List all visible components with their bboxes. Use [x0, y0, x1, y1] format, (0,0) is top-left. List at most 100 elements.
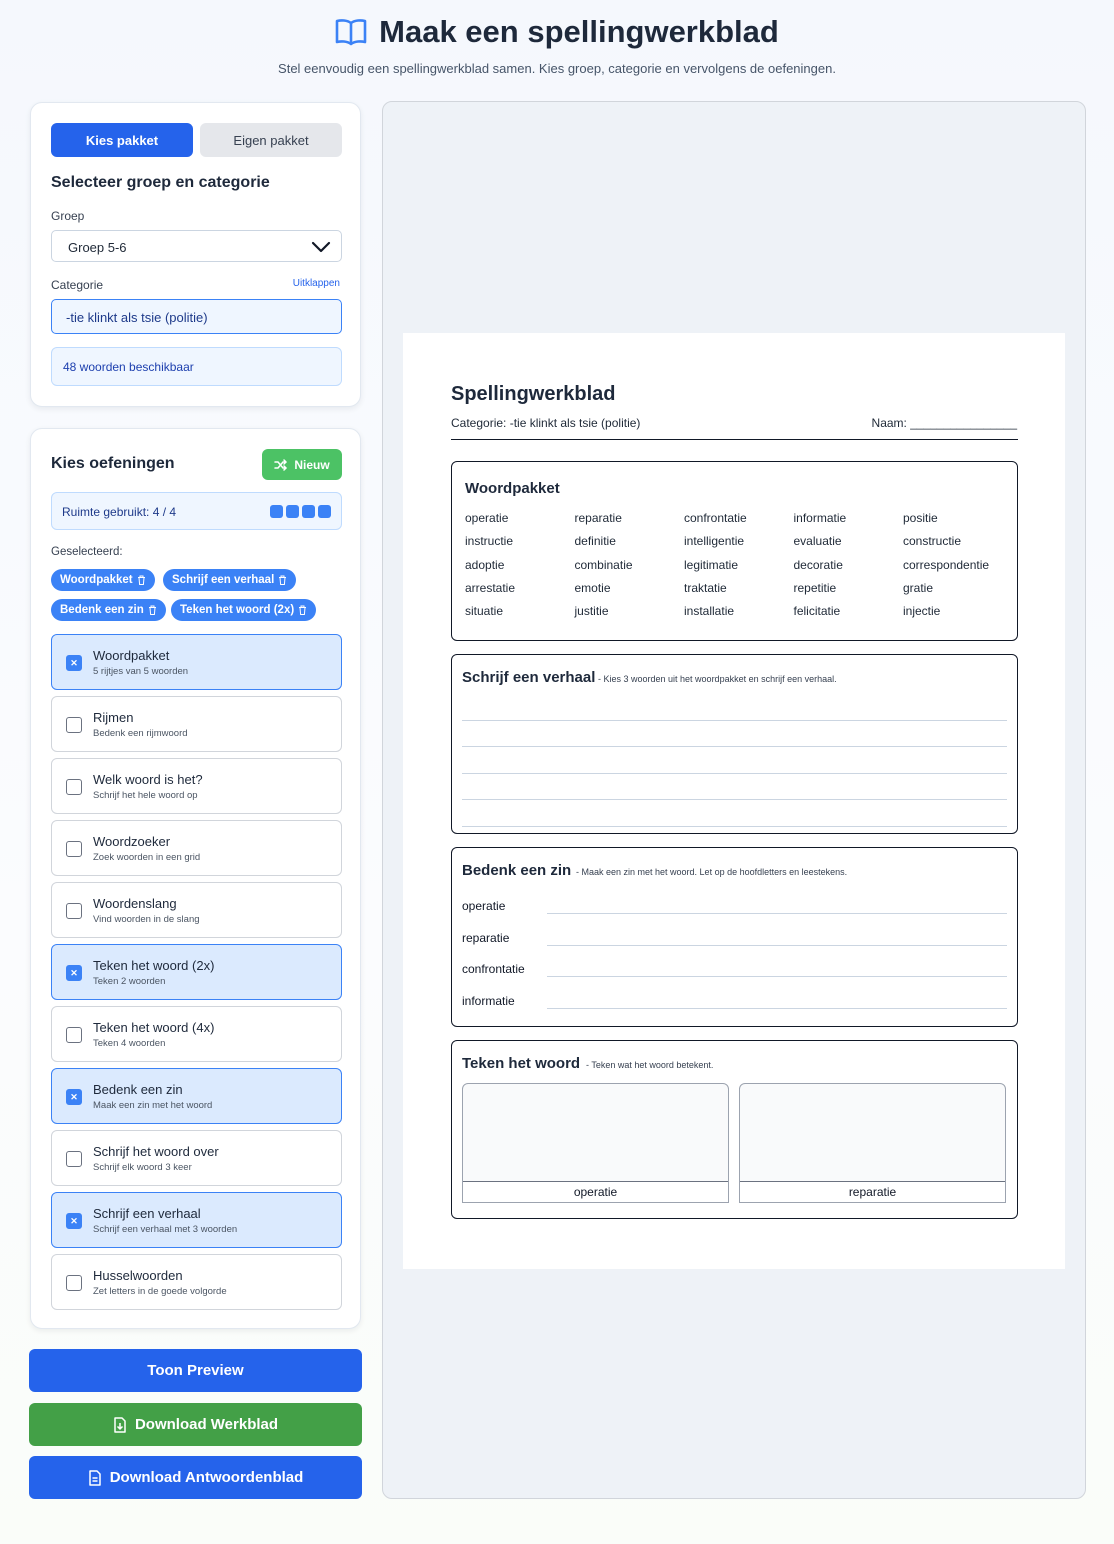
writing-line [462, 826, 1007, 827]
exercise-option[interactable]: Husselwoorden Zet letters in de goede vol… [51, 1254, 342, 1310]
wordpack-word: repetitie [793, 580, 837, 595]
category-field[interactable]: -tie klinkt als tsie (politie) [51, 299, 342, 334]
trash-icon[interactable] [298, 605, 307, 615]
wordpack-word: confrontatie [684, 511, 747, 525]
exercise-option[interactable]: ✕ Woordpakket 5 rijtjes van 5 woorden [51, 634, 342, 690]
page-subtitle: Stel eenvoudig een spellingwerkblad same… [278, 61, 836, 76]
download-worksheet-label: Download Werkblad [134, 1416, 279, 1433]
exercise-option[interactable]: Rijmen Bedenk een rijmwoord [51, 696, 342, 752]
exercise-subtitle: Maak een zin met het woord [93, 1100, 213, 1111]
exercise-option[interactable]: Woordenslang Vind woorden in de slang [51, 882, 342, 938]
exercise-subtitle: Teken 2 woorden [93, 976, 166, 987]
wordpack-word: adoptie [465, 557, 505, 572]
exercise-option[interactable]: Woordzoeker Zoek woorden in een grid [51, 820, 342, 876]
selected-label: Geselecteerd: [51, 546, 123, 558]
exercise-title: Rijmen [93, 710, 134, 725]
sentence-word: informatie [462, 993, 515, 1008]
wordpack-word: correspondentie [903, 557, 990, 572]
exercise-checkbox[interactable] [66, 1151, 82, 1167]
tab-own-package[interactable]: Eigen pakket [200, 123, 342, 157]
wordpack-word: combinatie [574, 557, 633, 572]
group-select[interactable]: Groep 5-6 [51, 230, 342, 262]
sentence-line [547, 1007, 1007, 1009]
exercise-subtitle: Zet letters in de goede volgorde [93, 1286, 227, 1297]
draw-box: reparatie [739, 1083, 1006, 1203]
group-label: Groep [51, 209, 85, 223]
package-heading: Selecteer groep en categorie [51, 174, 270, 191]
available-words-info: 48 woorden beschikbaar [51, 347, 342, 386]
story-section: Schrijf een verhaal - Kies 3 woorden uit… [451, 654, 1018, 834]
exercise-option[interactable]: ✕ Bedenk een zin Maak een zin met het woor… [51, 1068, 342, 1124]
draw-section: Teken het woord - Teken wat het woord be… [451, 1040, 1018, 1219]
trash-icon[interactable] [278, 575, 287, 585]
trash-icon[interactable] [137, 575, 146, 585]
exercise-title: Teken het woord (4x) [93, 1020, 215, 1035]
exercise-option[interactable]: ✕ Schrijf een verhaal Schrijf een verhaal … [51, 1192, 342, 1248]
draw-box-caption: reparatie [740, 1181, 1005, 1202]
worksheet-page: Spellingwerkblad Categorie: -tie klinkt … [403, 333, 1065, 1269]
space-slot [286, 505, 299, 518]
exercise-checkbox[interactable] [66, 903, 82, 919]
exercise-checkbox[interactable]: ✕ [66, 1213, 82, 1229]
worksheet-category: Categorie: -tie klinkt als tsie (politie… [451, 416, 641, 430]
wordpack-word: positie [903, 511, 938, 525]
book-icon [335, 19, 367, 46]
exercise-checkbox[interactable] [66, 779, 82, 795]
page-title-text: Maak een spellingwerkblad [379, 14, 779, 49]
exercise-checkbox[interactable]: ✕ [66, 655, 82, 671]
sentence-section: Bedenk een zin - Maak een zin met het wo… [451, 847, 1018, 1027]
download-worksheet-button[interactable]: Download Werkblad [29, 1403, 362, 1446]
wordpack-word: constructie [903, 534, 962, 549]
wordpack-word: felicitatie [793, 604, 841, 619]
shuffle-icon [274, 458, 288, 471]
chevron-down-icon [311, 241, 331, 253]
wordpack-word: gratie [903, 580, 934, 595]
exercise-checkbox[interactable] [66, 1027, 82, 1043]
selected-chip[interactable]: Bedenk een zin [51, 599, 166, 621]
selected-chip[interactable]: Woordpakket [51, 569, 155, 591]
selected-chip[interactable]: Schrijf een verhaal [163, 569, 297, 591]
wordpack-word: situatie [465, 604, 504, 619]
exercise-checkbox[interactable]: ✕ [66, 1089, 82, 1105]
selected-chip[interactable]: Teken het woord (2x) [171, 599, 317, 621]
trash-icon[interactable] [148, 605, 157, 615]
exercise-option[interactable]: Teken het woord (4x) Teken 4 woorden [51, 1006, 342, 1062]
exercise-subtitle: Schrijf het hele woord op [93, 790, 198, 801]
draw-box-caption: operatie [463, 1181, 728, 1202]
exercise-option[interactable]: Schrijf het woord over Schrijf elk woord … [51, 1130, 342, 1186]
exercise-title: Bedenk een zin [93, 1082, 183, 1097]
worksheet-header-rule [451, 439, 1018, 440]
new-button[interactable]: Nieuw [262, 449, 342, 480]
exercise-title: Schrijf een verhaal [93, 1206, 201, 1221]
wordpack-word: installatie [684, 604, 735, 619]
selected-chip-label: Teken het woord (2x) [180, 604, 295, 616]
new-button-label: Nieuw [294, 457, 330, 472]
exercise-checkbox[interactable] [66, 1275, 82, 1291]
page-title: Maak een spellingwerkblad [335, 14, 779, 50]
exercise-title: Woordenslang [93, 896, 177, 911]
tab-choose-package[interactable]: Kies pakket [51, 123, 193, 157]
wordpack-word: traktatie [684, 580, 727, 595]
preview-button[interactable]: Toon Preview [29, 1349, 362, 1392]
download-answers-label: Download Antwoordenblad [109, 1469, 304, 1486]
exercise-subtitle: Zoek woorden in een grid [93, 852, 201, 863]
exercise-option[interactable]: ✕ Teken het woord (2x) Teken 2 woorden [51, 944, 342, 1000]
exercise-title: Schrijf het woord over [93, 1144, 219, 1159]
wordpack-word: informatie [793, 511, 847, 525]
download-answers-button[interactable]: Download Antwoordenblad [29, 1456, 362, 1499]
sentence-title: Bedenk een zin [462, 862, 572, 879]
exercise-checkbox[interactable]: ✕ [66, 965, 82, 981]
expand-link[interactable]: Uitklappen [293, 278, 340, 289]
exercise-heading: Kies oefeningen [51, 455, 175, 472]
exercise-checkbox[interactable] [66, 717, 82, 733]
exercise-subtitle: Schrijf een verhaal met 3 woorden [93, 1224, 238, 1235]
wordpack-word: intelligentie [684, 534, 745, 549]
exercise-title: Woordzoeker [93, 834, 171, 849]
wordpack-word: definitie [574, 534, 616, 549]
exercise-checkbox[interactable] [66, 841, 82, 857]
group-select-value: Groep 5-6 [68, 240, 127, 255]
page-header: Maak een spellingwerkblad Stel eenvoudig… [0, 14, 1114, 76]
wordpack-word: injectie [903, 604, 941, 619]
exercise-option[interactable]: Welk woord is het? Schrijf het hele woord… [51, 758, 342, 814]
wordpack-word: legitimatie [684, 557, 739, 572]
